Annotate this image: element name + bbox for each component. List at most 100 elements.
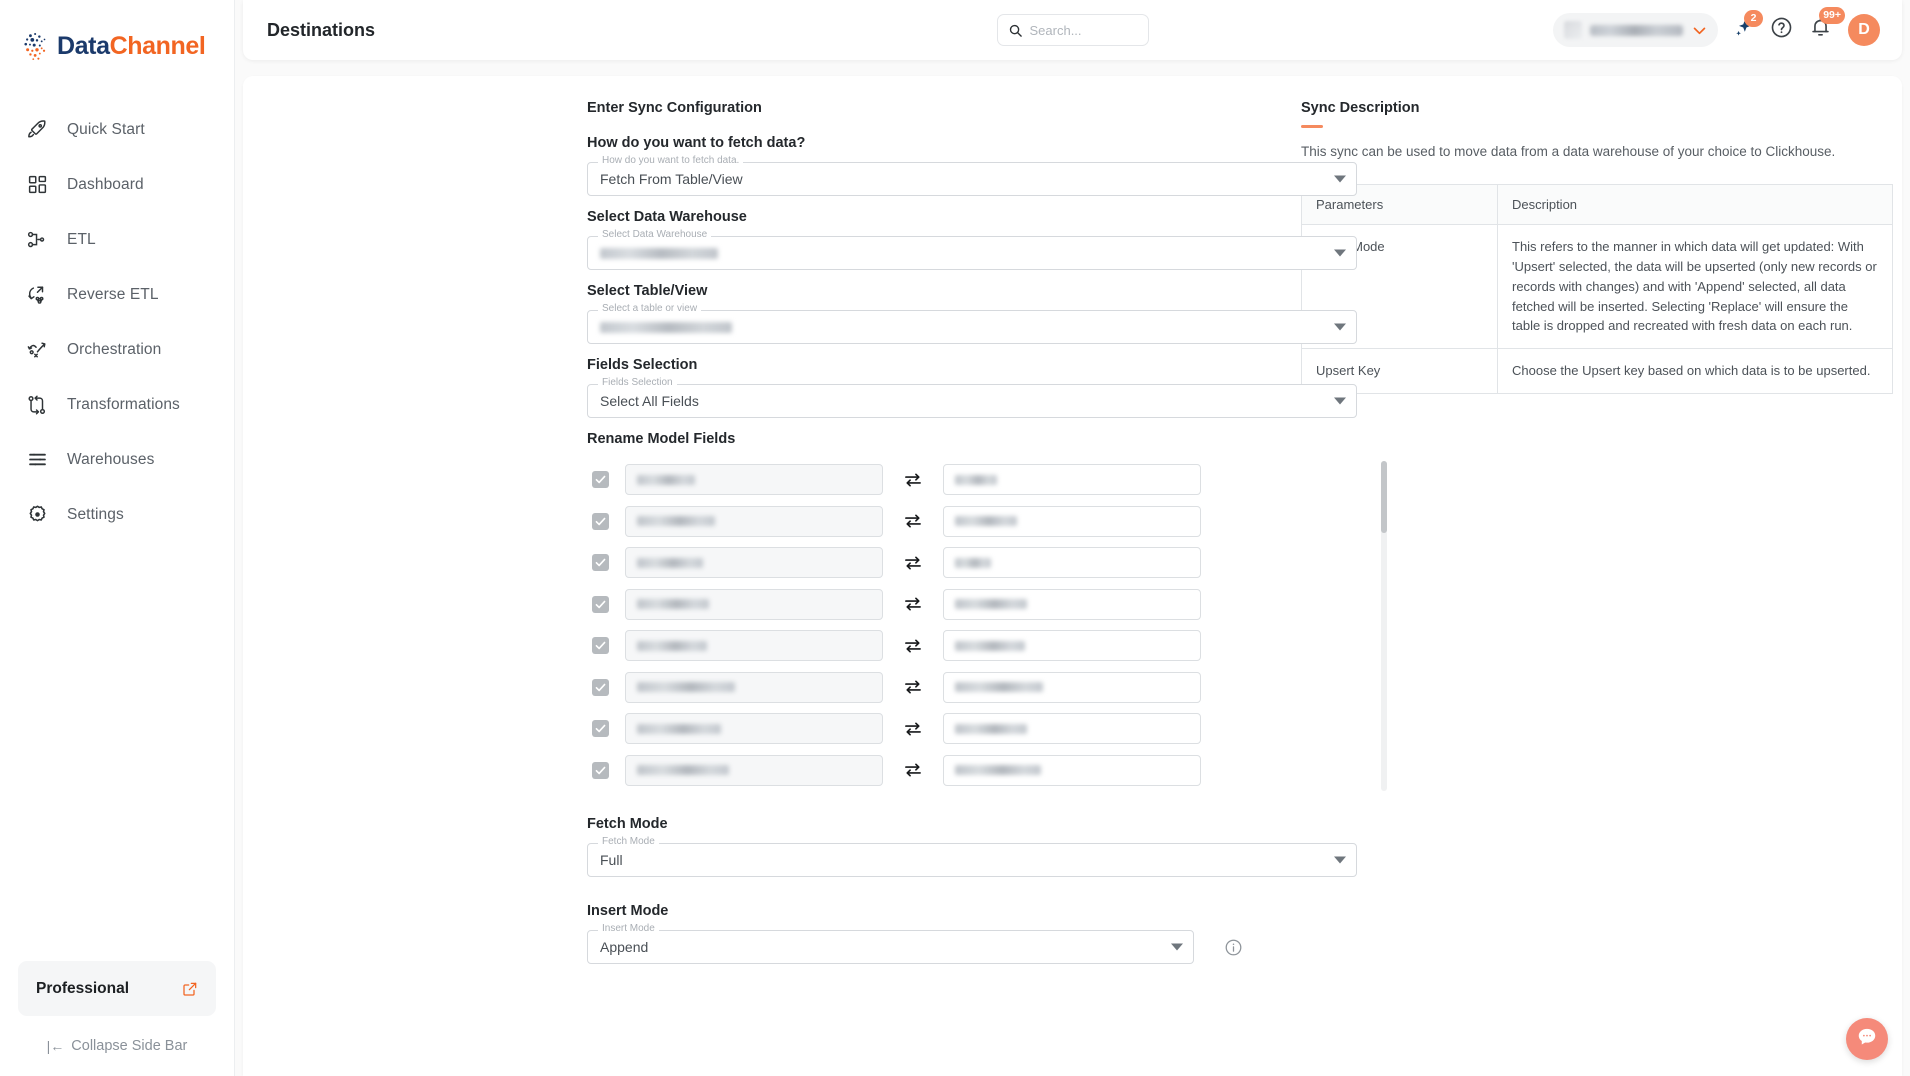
rename-field-checkbox[interactable] — [592, 678, 609, 696]
chevron-down-icon — [1334, 397, 1346, 405]
rename-field-source-value — [637, 723, 721, 734]
grid-icon — [24, 172, 50, 198]
plan-label: Professional — [36, 979, 130, 997]
help-circle-icon — [1770, 16, 1793, 44]
rename-field-target-input[interactable] — [943, 630, 1201, 661]
ai-assistant-button[interactable]: 2 — [1734, 9, 1763, 43]
rename-field-source-input[interactable] — [625, 464, 883, 495]
sidebar-item-label: Transformations — [67, 395, 180, 413]
fields-selection-heading: Fields Selection — [587, 357, 698, 373]
rename-field-source-input[interactable] — [625, 630, 883, 661]
application-window: DataChannel Quick Start Dashboard ETL Re… — [0, 0, 1910, 1076]
sync-description-title: Sync Description — [1301, 100, 1420, 116]
rename-field-target-value — [955, 765, 1041, 775]
rename-field-source-value — [637, 682, 735, 692]
app-logo[interactable]: DataChannel — [0, 0, 234, 92]
rename-field-checkbox[interactable] — [592, 761, 609, 779]
scrollbar-thumb[interactable] — [1381, 461, 1387, 533]
sidebar-item-label: ETL — [67, 230, 96, 248]
insert-mode-select[interactable]: Insert Mode Append — [587, 924, 1194, 964]
rename-field-checkbox[interactable] — [592, 595, 609, 613]
rename-field-checkbox[interactable] — [592, 554, 609, 571]
search-input[interactable]: Search... — [996, 14, 1149, 46]
rename-field-row — [587, 667, 1387, 708]
chevron-down-icon — [1171, 943, 1183, 951]
sidebar-item-dashboard[interactable]: Dashboard — [0, 157, 234, 212]
rename-field-target-input[interactable] — [943, 671, 1201, 703]
title-underline — [1301, 125, 1323, 128]
data-warehouse-floating-label: Select Data Warehouse — [598, 230, 712, 240]
help-button[interactable] — [1770, 16, 1793, 44]
content-area: Enter Sync Configuration How do you want… — [235, 60, 1910, 1076]
rename-field-checkbox[interactable] — [592, 471, 609, 488]
content-card: Enter Sync Configuration How do you want… — [243, 76, 1902, 1076]
collapse-sidebar-button[interactable]: |← Collapse Side Bar — [18, 1038, 216, 1054]
insert-mode-row: Insert Mode Append — [587, 924, 1243, 964]
fetch-data-floating-label: How do you want to fetch data. — [598, 156, 744, 166]
parameters-table: Parameters Description Insert ModeThis r… — [1301, 184, 1893, 394]
rename-field-source-input[interactable] — [625, 505, 883, 537]
sidebar-item-quick-start[interactable]: Quick Start — [0, 102, 234, 157]
rename-field-checkbox[interactable] — [592, 720, 609, 737]
rename-field-target-input[interactable] — [943, 464, 1201, 495]
rename-field-source-input[interactable] — [625, 547, 883, 578]
fields-selection-select[interactable]: Fields Selection Select All Fields — [587, 378, 1357, 418]
fetch-mode-heading: Fetch Mode — [587, 816, 668, 832]
rename-field-source-input[interactable] — [625, 713, 883, 744]
rename-field-target-value — [955, 557, 991, 568]
chat-bubble-icon — [1856, 1026, 1878, 1053]
swap-arrows-icon — [883, 470, 943, 490]
chevron-down-icon — [1334, 856, 1346, 864]
fetch-mode-select[interactable]: Fetch Mode Full — [587, 837, 1357, 877]
rename-field-source-input[interactable] — [625, 588, 883, 620]
chevron-down-icon — [1334, 323, 1346, 331]
plan-card[interactable]: Professional — [18, 961, 216, 1016]
notifications-button[interactable]: 99+ — [1809, 7, 1845, 44]
sidebar: DataChannel Quick Start Dashboard ETL Re… — [0, 0, 235, 1076]
rename-field-target-input[interactable] — [943, 505, 1201, 537]
rename-field-target-input[interactable] — [943, 754, 1201, 786]
sidebar-item-settings[interactable]: Settings — [0, 487, 234, 542]
rename-field-target-value — [955, 682, 1043, 692]
form-section-title: Enter Sync Configuration — [587, 100, 762, 116]
sidebar-item-reverse-etl[interactable]: Reverse ETL — [0, 267, 234, 322]
rename-field-checkbox[interactable] — [592, 512, 609, 530]
rename-field-target-input[interactable] — [943, 713, 1201, 744]
rename-field-checkbox[interactable] — [592, 637, 609, 654]
rename-field-target-value — [955, 516, 1017, 526]
chat-support-button[interactable] — [1846, 1018, 1888, 1060]
collapse-arrow-icon: |← — [46, 1038, 65, 1054]
sidebar-item-warehouses[interactable]: Warehouses — [0, 432, 234, 487]
table-header-description: Description — [1497, 184, 1893, 226]
sidebar-item-orchestration[interactable]: Orchestration — [0, 322, 234, 377]
avatar[interactable]: D — [1848, 14, 1880, 46]
insert-mode-heading: Insert Mode — [587, 903, 669, 919]
workspace-name — [1590, 24, 1683, 36]
workspace-selector[interactable] — [1553, 13, 1718, 47]
data-warehouse-select[interactable]: Select Data Warehouse — [587, 230, 1357, 270]
rename-field-source-input[interactable] — [625, 671, 883, 703]
table-view-select[interactable]: Select a table or view — [587, 304, 1357, 344]
info-circle-icon[interactable] — [1224, 938, 1243, 957]
sidebar-item-label: Quick Start — [67, 120, 145, 138]
rocket-icon — [24, 117, 50, 143]
rename-field-target-input[interactable] — [943, 547, 1201, 578]
rename-field-row — [587, 708, 1387, 749]
page-title: Destinations — [267, 19, 376, 40]
fetch-data-select[interactable]: How do you want to fetch data. Fetch Fro… — [587, 156, 1357, 196]
rename-field-row — [587, 542, 1387, 583]
rename-fields-scrollbar[interactable] — [1381, 461, 1387, 791]
swap-arrows-icon — [883, 553, 943, 573]
top-bar: Destinations Search... 2 99+ D — [243, 0, 1902, 60]
sidebar-item-transformations[interactable]: Transformations — [0, 377, 234, 432]
sidebar-item-etl[interactable]: ETL — [0, 212, 234, 267]
rename-field-source-input[interactable] — [625, 754, 883, 786]
fetch-mode-floating-label: Fetch Mode — [598, 837, 659, 847]
table-view-value — [600, 321, 732, 333]
field-group-fields-selection: Fields Selection Fields Selection Select… — [587, 357, 1357, 418]
field-group-insert-mode: Insert Mode Insert Mode Append — [587, 903, 1243, 964]
rename-field-target-input[interactable] — [943, 588, 1201, 620]
field-group-table-view: Select Table/View Select a table or view — [587, 283, 1357, 344]
table-row: Upsert Key Choose the Upsert key based on… — [1301, 348, 1893, 394]
external-link-icon[interactable] — [182, 981, 198, 997]
